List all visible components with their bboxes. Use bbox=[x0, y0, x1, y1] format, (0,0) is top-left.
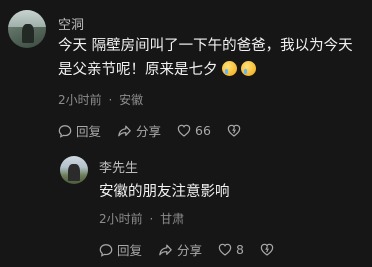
comment-bubble-icon bbox=[58, 124, 72, 138]
reply-button[interactable]: 回复 bbox=[58, 121, 101, 140]
avatar-figure bbox=[68, 164, 80, 182]
dislike-button[interactable] bbox=[227, 124, 245, 137]
comment-meta: 2小时前 · 安徽 bbox=[58, 91, 143, 108]
heart-icon bbox=[177, 124, 191, 137]
like-count: 66 bbox=[195, 123, 211, 138]
meta-separator: · bbox=[108, 93, 113, 107]
comment-text-line-2-content: 是父亲节呢！原来是七夕 bbox=[58, 62, 218, 78]
comment-text-line-1: 今天 隔壁房间叫了一下午的爸爸，我以为今天 bbox=[58, 38, 353, 54]
comment-author[interactable]: 空洞 bbox=[58, 14, 84, 33]
reply-text: 安徽的朋友注意影响 bbox=[99, 184, 230, 200]
like-button[interactable]: 66 bbox=[177, 123, 211, 138]
reply-meta: 2小时前 · 甘肃 bbox=[99, 210, 184, 227]
comment-text: 今天 隔壁房间叫了一下午的爸爸，我以为今天 是父亲节呢！原来是七夕 bbox=[58, 34, 364, 82]
comment-time: 2小时前 bbox=[58, 93, 102, 107]
like-count: 8 bbox=[236, 242, 244, 257]
reply-actions: 回复 分享 8 bbox=[99, 240, 294, 259]
reply-dislike-button[interactable] bbox=[260, 243, 278, 256]
comment-location: 安徽 bbox=[119, 93, 144, 107]
reply-label: 回复 bbox=[76, 124, 102, 139]
share-arrow-icon bbox=[159, 244, 172, 255]
reply-location: 甘肃 bbox=[160, 212, 185, 226]
share-arrow-icon bbox=[118, 125, 131, 136]
comment-text-line-2: 是父亲节呢！原来是七夕 bbox=[58, 58, 364, 82]
crying-face-icon bbox=[240, 61, 256, 76]
share-label: 分享 bbox=[136, 124, 162, 139]
comment-bubble-icon bbox=[99, 243, 113, 257]
reply-label: 回复 bbox=[117, 243, 143, 258]
reply-share-button[interactable]: 分享 bbox=[158, 240, 202, 259]
reply-avatar[interactable] bbox=[60, 156, 88, 184]
dislike-heart-icon bbox=[260, 243, 274, 256]
reply-reply-button[interactable]: 回复 bbox=[99, 240, 142, 259]
heart-icon bbox=[218, 243, 232, 256]
meta-separator: · bbox=[149, 212, 154, 226]
avatar[interactable] bbox=[8, 10, 46, 48]
share-button[interactable]: 分享 bbox=[117, 121, 161, 140]
share-label: 分享 bbox=[177, 243, 203, 258]
reply-author[interactable]: 李先生 bbox=[99, 157, 138, 176]
reply-time: 2小时前 bbox=[99, 212, 143, 226]
crying-face-icon bbox=[221, 61, 237, 76]
avatar-figure bbox=[22, 24, 34, 43]
dislike-heart-icon bbox=[227, 124, 241, 137]
comment-actions: 回复 分享 66 bbox=[58, 121, 261, 140]
reply-like-button[interactable]: 8 bbox=[218, 242, 244, 257]
